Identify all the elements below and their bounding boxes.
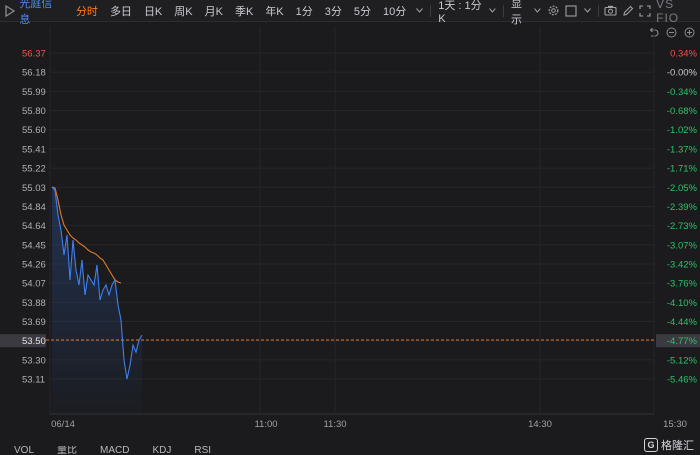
indicator-tabs: VOL 量比 MACD KDJ RSI — [0, 446, 700, 455]
y-tick-label: 54.45 — [22, 240, 46, 251]
indicator-tab-rsi[interactable]: RSI — [180, 446, 220, 455]
brand-logo-icon: G — [644, 438, 658, 452]
y-percent-label: 0.34% — [670, 49, 697, 60]
y-percent-label: -1.37% — [667, 144, 698, 155]
toolbar: 光庭信息 分时 多日 日K 周K 月K 季K 年K 1分 3分 5分 10分 1… — [0, 0, 700, 26]
checkbox-icon[interactable] — [562, 2, 579, 20]
y-tick-label: 54.07 — [22, 279, 46, 290]
x-tick-label: 11:00 — [254, 419, 277, 430]
y-percent-label: -4.10% — [667, 298, 698, 309]
y-tick-label: 53.50 — [22, 336, 46, 347]
y-tick-label: 53.88 — [22, 298, 46, 309]
gear-icon[interactable] — [545, 2, 562, 20]
y-percent-label: -3.07% — [667, 240, 698, 251]
x-tick-label: 15:30 — [663, 419, 687, 430]
camera-icon[interactable] — [602, 2, 619, 20]
tab-10min-dropdown[interactable] — [412, 8, 427, 13]
tab-10min[interactable]: 10分 — [377, 3, 412, 19]
chevron-down-icon — [416, 8, 424, 13]
y-percent-label: -2.73% — [667, 221, 698, 232]
y-percent-label: -0.00% — [667, 68, 698, 79]
x-tick-label: 06/14 — [51, 419, 75, 430]
y-tick-label: 56.37 — [22, 49, 46, 60]
price-area — [52, 187, 142, 414]
tab-3min[interactable]: 3分 — [319, 3, 348, 19]
y-percent-label: -2.39% — [667, 202, 698, 213]
toolbar-divider — [597, 4, 599, 17]
y-percent-label: -5.46% — [667, 375, 698, 386]
chevron-down-icon — [489, 8, 496, 13]
tab-5min[interactable]: 5分 — [348, 3, 377, 19]
y-percent-label: -1.02% — [667, 125, 698, 136]
y-percent-label: -4.44% — [667, 317, 698, 328]
tab-quarter-k[interactable]: 季K — [229, 3, 259, 19]
y-tick-label: 53.11 — [22, 375, 45, 386]
period-dropdown-label: 1天 : 1分K — [438, 0, 482, 25]
y-percent-label: -4.77% — [667, 336, 698, 347]
expand-icon[interactable] — [637, 2, 654, 20]
y-tick-label: 53.69 — [22, 317, 46, 328]
indicator-tab-macd[interactable]: MACD — [86, 446, 138, 455]
y-tick-label: 55.99 — [22, 87, 46, 98]
tab-multi-day[interactable]: 多日 — [104, 3, 138, 19]
brand-name: 格隆汇 — [661, 440, 694, 452]
tab-year-k[interactable]: 年K — [259, 3, 289, 19]
brand-watermark: G 格隆汇 — [644, 437, 694, 453]
indicator-tab-vol[interactable]: VOL — [0, 446, 43, 455]
y-percent-label: -0.68% — [667, 106, 698, 117]
chevron-down-icon — [534, 8, 541, 13]
tab-week-k[interactable]: 周K — [168, 3, 198, 19]
chevron-down-icon — [584, 8, 591, 13]
y-percent-label: -1.71% — [667, 164, 698, 175]
y-percent-label: -2.05% — [667, 183, 698, 194]
compare-button[interactable]: VS FIO — [656, 0, 700, 25]
y-tick-label: 56.18 — [22, 68, 46, 79]
y-percent-label: -5.12% — [667, 355, 698, 366]
toolbar-divider — [503, 4, 505, 17]
checkbox-dropdown[interactable] — [580, 8, 595, 13]
toolbar-divider — [430, 4, 432, 17]
y-tick-label: 55.80 — [22, 106, 46, 117]
y-tick-label: 54.64 — [22, 221, 46, 232]
y-tick-label: 54.84 — [22, 202, 46, 213]
period-dropdown[interactable]: 1天 : 1分K — [434, 0, 500, 25]
y-tick-label: 53.30 — [22, 355, 46, 366]
indicator-tab-volume-ratio[interactable]: 量比 — [43, 446, 86, 455]
x-tick-label: 11:30 — [323, 419, 346, 430]
tab-timeshare[interactable]: 分时 — [70, 3, 104, 19]
y-percent-label: -3.42% — [667, 259, 698, 270]
tab-day-k[interactable]: 日K — [138, 3, 168, 19]
stock-logo-icon[interactable] — [0, 0, 19, 22]
y-tick-label: 54.26 — [22, 259, 46, 270]
edit-icon[interactable] — [619, 2, 636, 20]
y-percent-label: -0.34% — [667, 87, 698, 98]
y-tick-label: 55.60 — [22, 125, 46, 136]
tab-month-k[interactable]: 月K — [199, 3, 229, 19]
tab-1min[interactable]: 1分 — [290, 3, 319, 19]
y-tick-label: 55.03 — [22, 183, 46, 194]
x-tick-label: 14:30 — [528, 419, 552, 430]
price-chart[interactable]: 56.37 56.18 55.99 55.80 55.60 55.41 55.22 55.03… — [0, 22, 700, 436]
y-tick-label: 55.41 — [22, 144, 46, 155]
indicator-tab-kdj[interactable]: KDJ — [138, 446, 180, 455]
y-percent-label: -3.76% — [667, 279, 698, 290]
y-tick-label: 55.22 — [22, 164, 46, 175]
